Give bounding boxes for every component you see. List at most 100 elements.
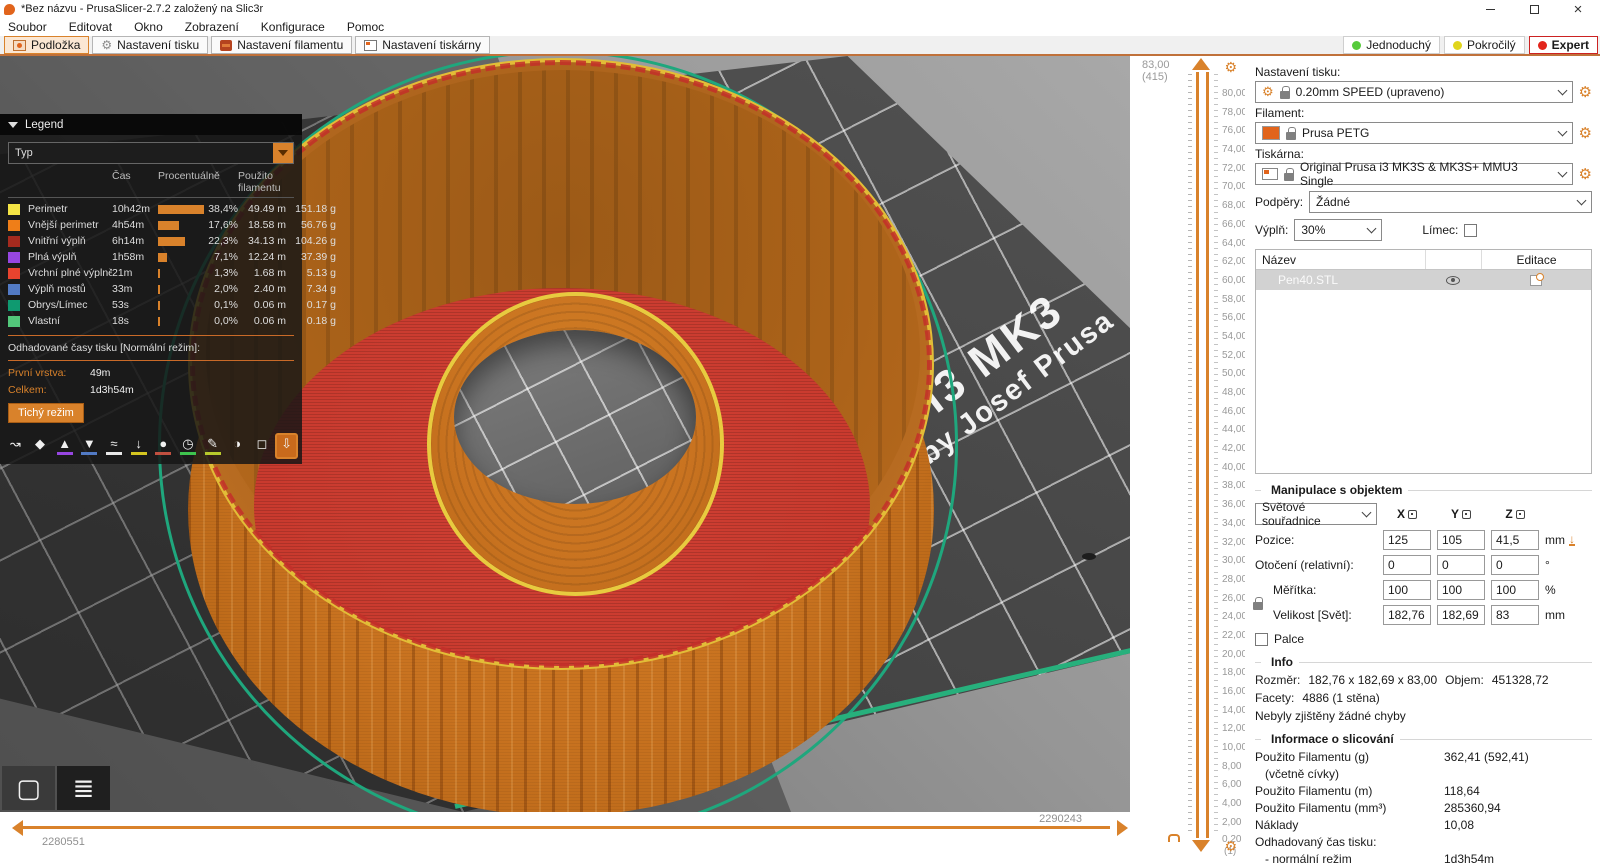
legend-header[interactable]: Legend xyxy=(0,114,302,135)
infill-select[interactable]: 30% xyxy=(1294,219,1383,241)
layer-max-height: 83,00 xyxy=(1142,59,1170,71)
print-settings-gear-button[interactable]: ⚙ xyxy=(1579,83,1592,101)
first-layer-row: První vrstva: 49m xyxy=(8,367,111,379)
scale-x-input[interactable]: 100 xyxy=(1383,580,1431,600)
size-z-input[interactable]: 83 xyxy=(1491,605,1539,625)
horizontal-move-slider[interactable]: 2290243 xyxy=(22,813,1110,829)
mode-simple-button[interactable]: Jednoduchý xyxy=(1343,36,1440,54)
rotation-y-input[interactable]: 0 xyxy=(1437,555,1485,575)
slider-gear-icon[interactable]: ⚙ xyxy=(1224,838,1237,855)
brim-checkbox[interactable] xyxy=(1464,223,1478,237)
axis-reset-icon[interactable] xyxy=(1408,509,1417,519)
bed-screw-hole xyxy=(1082,553,1096,560)
edit-column-header[interactable]: Editace xyxy=(1481,250,1591,269)
seams-icon[interactable]: ◆ xyxy=(29,433,52,459)
view-type-select[interactable]: Typ xyxy=(8,142,294,164)
menubar: Soubor Editovat Okno Zobrazení Konfigura… xyxy=(0,18,1600,36)
tab-nastaveni-filamentu[interactable]: Nastavení filamentu xyxy=(211,36,353,54)
feature-type-icon[interactable]: ▲ xyxy=(53,433,76,459)
flow-icon[interactable]: ↓ xyxy=(127,433,150,459)
visibility-column-header[interactable] xyxy=(1425,250,1481,269)
scale-z-input[interactable]: 100 xyxy=(1491,580,1539,600)
layer-tick-label: 36,00 xyxy=(1222,499,1248,511)
close-button[interactable]: × xyxy=(1556,0,1600,18)
axis-x-header: X xyxy=(1383,507,1431,521)
object-name: Pen40.STL xyxy=(1278,273,1339,287)
shells-icon[interactable]: ◑ xyxy=(226,433,249,459)
layer-tick-label: 50,00 xyxy=(1222,368,1248,380)
window-title: *Bez názvu - PrusaSlicer-2.7.2 založený … xyxy=(21,3,264,15)
editor-view-button[interactable]: ▢ xyxy=(2,766,55,810)
uniform-scale-lock-icon[interactable] xyxy=(1253,597,1263,610)
supports-select[interactable]: Žádné xyxy=(1309,191,1592,213)
size-x-input[interactable]: 182,76 xyxy=(1383,605,1431,625)
mode-advanced-button[interactable]: Pokročilý xyxy=(1443,36,1525,54)
print-icon[interactable]: ⇩ xyxy=(275,433,298,459)
lock-icon xyxy=(1284,167,1294,181)
restore-button[interactable] xyxy=(1512,0,1556,18)
move-slider-area: 2290243 2280551 xyxy=(0,812,1130,866)
menu-zobrazeni[interactable]: Zobrazení xyxy=(185,20,239,34)
preview-view-button[interactable]: ≣ xyxy=(57,766,110,810)
filament-gear-button[interactable]: ⚙ xyxy=(1579,124,1592,142)
rotation-z-input[interactable]: 0 xyxy=(1491,555,1539,575)
3d-viewport[interactable]: PRUSA i3 MK3 by Josef Prusa Legend Typ Č… xyxy=(0,56,1130,812)
position-y-input[interactable]: 105 xyxy=(1437,530,1485,550)
eye-icon[interactable] xyxy=(1446,275,1460,285)
infill-label: Výplň: xyxy=(1255,223,1289,237)
layer-slider-top-handle[interactable] xyxy=(1192,58,1210,70)
height-icon[interactable]: ▼ xyxy=(78,433,101,459)
color-print-icon[interactable]: ✎ xyxy=(201,433,224,459)
layer-tick-label: 60,00 xyxy=(1222,274,1248,286)
printer-select[interactable]: Original Prusa i3 MK3S & MK3S+ MMU3 Sing… xyxy=(1255,160,1573,188)
layer-slider-track-high[interactable] xyxy=(1206,72,1209,838)
axis-reset-icon[interactable] xyxy=(1462,509,1471,519)
layer-tick-label: 16,00 xyxy=(1222,686,1248,697)
slider-settings-gear-icon[interactable]: ⚙ xyxy=(1224,59,1237,76)
dropdown-arrow-icon[interactable] xyxy=(273,143,293,163)
wireframe-icon[interactable]: ◻ xyxy=(251,433,274,459)
speed-icon[interactable]: ≈ xyxy=(103,433,126,459)
color-swatch xyxy=(8,219,20,231)
position-x-input[interactable]: 125 xyxy=(1383,530,1431,550)
layer-slider-bottom-handle[interactable] xyxy=(1192,840,1210,852)
tab-nastaveni-tiskarny[interactable]: Nastavení tiskárny xyxy=(355,36,490,54)
drop-to-bed-icon[interactable]: ↓ xyxy=(1569,533,1575,546)
object-row[interactable]: Pen40.STL xyxy=(1256,270,1591,290)
filament-select[interactable]: Prusa PETG xyxy=(1255,122,1573,144)
layer-tick-label: 22,00 xyxy=(1222,629,1248,641)
printer-gear-button[interactable]: ⚙ xyxy=(1579,165,1592,183)
print-settings-select[interactable]: ⚙ 0.20mm SPEED (upraveno) xyxy=(1255,81,1573,103)
menu-editovat[interactable]: Editovat xyxy=(69,20,112,34)
tab-nastaveni-tisku[interactable]: ⚙ Nastavení tisku xyxy=(92,36,209,54)
menu-konfigurace[interactable]: Konfigurace xyxy=(261,20,325,34)
name-column-header[interactable]: Název xyxy=(1256,253,1425,267)
filament-m-label: Použito Filamentu (m) xyxy=(1255,784,1373,798)
menu-okno[interactable]: Okno xyxy=(134,20,163,34)
coordinate-space-select[interactable]: Světové souřadnice xyxy=(1255,500,1377,528)
axis-z-header: Z xyxy=(1491,507,1539,521)
time-icon[interactable]: ◷ xyxy=(177,433,200,459)
position-z-input[interactable]: 41,5 xyxy=(1491,530,1539,550)
menu-pomoc[interactable]: Pomoc xyxy=(347,20,384,34)
layer-tick-label: 38,00 xyxy=(1222,480,1248,492)
mode-expert-button[interactable]: Expert xyxy=(1528,36,1598,54)
size-y-input[interactable]: 182,69 xyxy=(1437,605,1485,625)
inches-checkbox[interactable] xyxy=(1255,632,1268,646)
minimize-button[interactable] xyxy=(1468,0,1512,18)
scale-y-input[interactable]: 100 xyxy=(1437,580,1485,600)
layer-tick-label: 70,00 xyxy=(1222,181,1248,193)
filament-icon[interactable]: ● xyxy=(152,433,175,459)
layer-tick-label: 20,00 xyxy=(1222,648,1248,660)
axis-reset-icon[interactable] xyxy=(1515,509,1525,519)
silent-mode-button[interactable]: Tichý režim xyxy=(8,403,84,423)
menu-soubor[interactable]: Soubor xyxy=(8,20,47,34)
travel-moves-icon[interactable]: ↝ xyxy=(4,433,27,459)
tab-podlozka[interactable]: Podložka xyxy=(4,36,90,54)
slider-right-arrow-icon[interactable] xyxy=(1117,820,1128,836)
edit-object-icon[interactable] xyxy=(1530,272,1544,286)
rotation-x-input[interactable]: 0 xyxy=(1383,555,1431,575)
position-label: Pozice: xyxy=(1255,533,1295,547)
facets-value: 4886 (1 stěna) xyxy=(1302,691,1380,705)
layer-slider-track-low[interactable] xyxy=(1196,72,1199,838)
